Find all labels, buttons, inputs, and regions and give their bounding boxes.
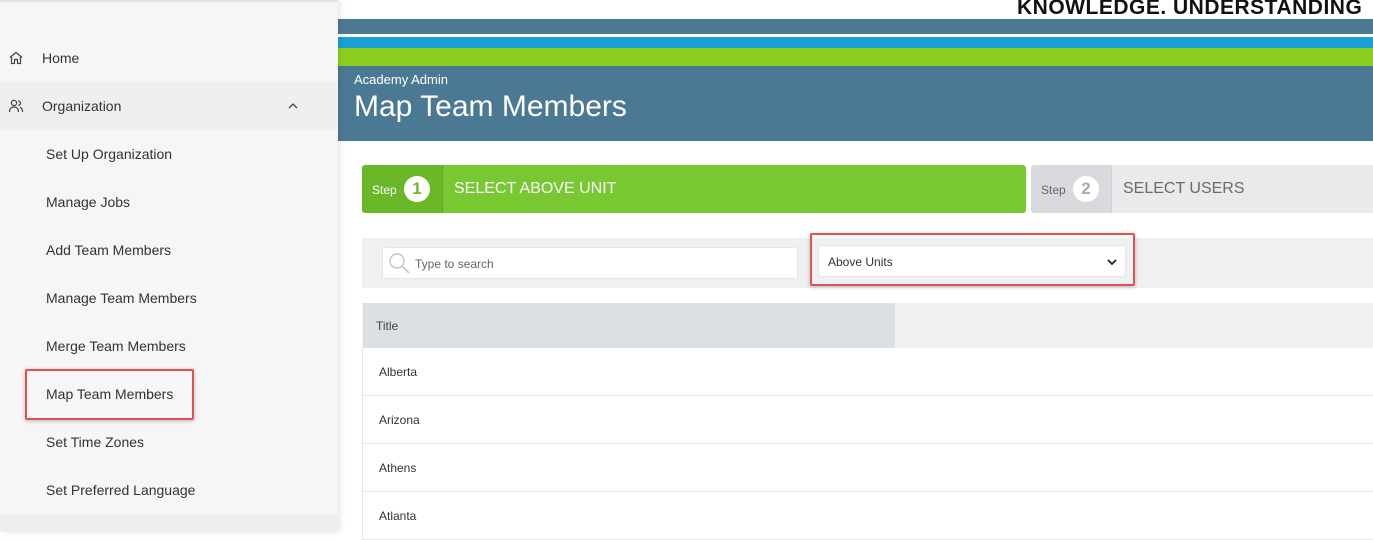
- step-word: Step: [372, 183, 397, 197]
- page-header: Academy Admin Map Team Members: [338, 66, 1373, 141]
- sidebar: Home Organization Set Up Organization Ma…: [0, 0, 338, 532]
- header-stripe-green: [338, 48, 1373, 66]
- chevron-up-icon[interactable]: [286, 99, 300, 113]
- step-title: SELECT ABOVE UNIT: [442, 165, 1026, 213]
- table-row[interactable]: Atlanta: [362, 492, 1373, 540]
- header-band-top: [338, 19, 1373, 34]
- sidebar-item-set-preferred-language[interactable]: Set Preferred Language: [0, 466, 338, 514]
- table-cell-title: Arizona: [379, 412, 420, 427]
- sidebar-item-label: Manage Team Members: [46, 290, 197, 306]
- users-icon: [8, 99, 24, 113]
- sidebar-item-merge-team-members[interactable]: Merge Team Members: [0, 322, 338, 370]
- step-title: SELECT USERS: [1111, 165, 1373, 213]
- header-stripe-blue: [338, 37, 1373, 48]
- table-cell-title: Athens: [379, 460, 417, 475]
- sidebar-item-add-team-members[interactable]: Add Team Members: [0, 226, 338, 274]
- sidebar-item-set-time-zones[interactable]: Set Time Zones: [0, 418, 338, 466]
- step-2-select-users[interactable]: Step 2 SELECT USERS: [1031, 165, 1373, 213]
- home-icon: [9, 51, 23, 65]
- search-box[interactable]: [382, 247, 798, 279]
- annotation-highlight-sidebar: [25, 369, 194, 420]
- step-number-badge: 2: [1073, 176, 1099, 202]
- sidebar-item-label: Set Up Organization: [46, 146, 173, 162]
- step-tag: Step 1: [362, 165, 442, 213]
- step-1-select-above-unit[interactable]: Step 1 SELECT ABOVE UNIT: [362, 165, 1026, 213]
- sidebar-item-set-up-organization[interactable]: Set Up Organization: [0, 130, 338, 178]
- step-tag: Step 2: [1031, 165, 1111, 213]
- table-row[interactable]: Arizona: [362, 396, 1373, 444]
- table-row[interactable]: Alberta: [362, 348, 1373, 396]
- sidebar-item-label: Set Time Zones: [46, 434, 145, 450]
- sidebar-item-label: Organization: [42, 98, 122, 114]
- page-subtitle: Academy Admin: [354, 72, 448, 87]
- table-cell-title: Alberta: [379, 364, 418, 379]
- step-number-badge: 1: [404, 176, 430, 202]
- sidebar-top-divider: [0, 0, 338, 2]
- sidebar-item-label: Merge Team Members: [46, 338, 186, 354]
- sidebar-item-manage-jobs[interactable]: Manage Jobs: [0, 178, 338, 226]
- sidebar-item-label: Home: [42, 50, 80, 66]
- sidebar-item-manage-team-members[interactable]: Manage Team Members: [0, 274, 338, 322]
- annotation-highlight-select: [810, 233, 1135, 286]
- page-title: Map Team Members: [354, 90, 627, 123]
- table-cell-title: Atlanta: [379, 508, 417, 523]
- table-header: Title: [362, 303, 1373, 348]
- sidebar-item-label: Set Preferred Language: [46, 482, 196, 498]
- column-header-title[interactable]: Title: [363, 303, 895, 348]
- table-row[interactable]: Athens: [362, 444, 1373, 492]
- step-word: Step: [1041, 183, 1066, 197]
- sidebar-item-label: Add Team Members: [46, 242, 172, 258]
- sidebar-item-home[interactable]: Home: [0, 34, 338, 82]
- search-icon: [389, 253, 410, 274]
- brand-tagline: KNOWLEDGE. UNDERSTANDING: [1017, 0, 1363, 19]
- sidebar-item-label: Manage Jobs: [46, 194, 131, 210]
- sidebar-item-organization[interactable]: Organization: [0, 82, 338, 130]
- search-input[interactable]: [413, 252, 783, 276]
- sidebar-next-section: [0, 514, 338, 532]
